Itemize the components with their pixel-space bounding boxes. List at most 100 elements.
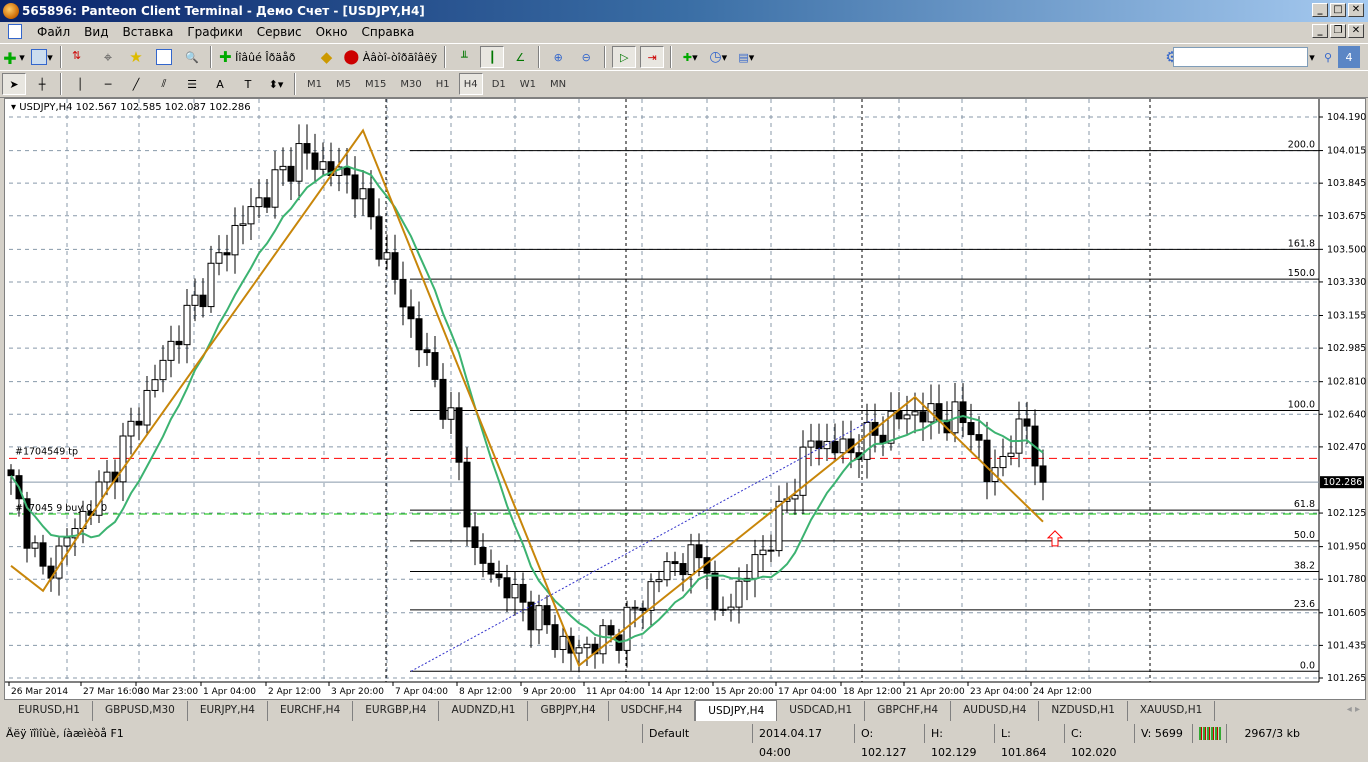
fib-level-label: 161.8 [1288, 238, 1315, 249]
equidistant-channel-button[interactable]: ⫽ [152, 73, 176, 95]
mdi-minimize-button[interactable]: _ [1312, 24, 1328, 38]
price-tick-label: 103.845 [1327, 178, 1366, 189]
navigator-button[interactable]: ★ [124, 46, 148, 68]
menu-item[interactable]: Вставка [115, 25, 180, 39]
bull-candle [247, 206, 255, 225]
mdi-restore-button[interactable]: ❐ [1330, 24, 1346, 38]
market-watch-button[interactable]: ⇅ [68, 46, 92, 68]
bar-chart-button[interactable]: ╨ [452, 46, 476, 68]
chart-tab[interactable]: GBPCHF,H4 [865, 701, 952, 721]
menu-item[interactable]: Сервис [250, 25, 309, 39]
chart-tab[interactable]: AUDUSD,H4 [951, 701, 1040, 721]
bull-candle [599, 625, 607, 655]
chart-tab[interactable]: EURCHF,H4 [268, 701, 354, 721]
close-button[interactable]: ✕ [1348, 3, 1364, 17]
timeframe-h4[interactable]: H4 [458, 73, 483, 95]
bear-candle [919, 411, 927, 423]
bear-candle [959, 401, 967, 424]
chart-tab[interactable]: EURGBP,H4 [353, 701, 440, 721]
menu-item[interactable]: Графики [180, 25, 249, 39]
fib-level-label: 0.0 [1300, 660, 1315, 671]
chart-shift-button[interactable]: ⇥ [640, 46, 665, 68]
timeframe-m30[interactable]: M30 [395, 73, 426, 95]
crosshair-button[interactable]: ┼ [30, 73, 54, 95]
new-order-button[interactable]: ✚ Íîâûé Îðäåð [218, 46, 297, 68]
mdi-close-button[interactable]: ✕ [1348, 24, 1364, 38]
data-window-button[interactable]: ⌖ [96, 46, 120, 68]
bear-candle [815, 440, 823, 450]
moving-average-line [10, 165, 1044, 644]
templates-button[interactable]: ▤ ▾ [734, 46, 758, 68]
arrows-button[interactable]: ⬍▾ [264, 73, 288, 95]
trendline-button[interactable]: ╱ [124, 73, 148, 95]
zigzag-line [10, 128, 1044, 668]
chart-tab[interactable]: USDCHF,H4 [609, 701, 696, 721]
timeframe-m15[interactable]: M15 [360, 73, 391, 95]
cursor-button[interactable]: ➤ [2, 73, 26, 95]
chart-tab[interactable]: USDJPY,H4 [695, 700, 778, 721]
bull-candle [215, 252, 223, 264]
bear-candle [351, 174, 359, 200]
chart-tab[interactable]: AUDNZD,H1 [439, 701, 529, 721]
chart-tab[interactable]: GBPUSD,M30 [93, 701, 188, 721]
timeframe-mn[interactable]: MN [545, 73, 571, 95]
time-tick-label: 7 Apr 04:00 [395, 687, 448, 697]
tab-scroll-arrows[interactable]: ◂ ▸ [1347, 704, 1360, 715]
bear-candle [463, 461, 471, 528]
vertical-line-icon: │ [76, 77, 84, 91]
metaeditor-button[interactable]: ◆ [315, 46, 339, 68]
chart-tab[interactable]: USDCAD,H1 [777, 701, 866, 721]
indicators-button[interactable]: ✚ ▾ [678, 46, 702, 68]
timeframe-w1[interactable]: W1 [515, 73, 541, 95]
line-chart-button[interactable]: ∠ [508, 46, 532, 68]
periods-button[interactable]: ◷ ▾ [706, 46, 730, 68]
bull-candle [183, 304, 191, 346]
menu-item[interactable]: Окно [309, 25, 355, 39]
crosshair-icon: ⌖ [103, 48, 113, 66]
search-button[interactable]: ⚲ [1316, 46, 1340, 68]
chart-tab[interactable]: EURJPY,H4 [188, 701, 268, 721]
minimize-button[interactable]: _ [1312, 3, 1328, 17]
timeframe-h1[interactable]: H1 [431, 73, 455, 95]
maximize-button[interactable]: □ [1330, 3, 1346, 17]
arrows-icon: ⬍▾ [268, 77, 284, 91]
horizontal-line-button[interactable]: ─ [96, 73, 120, 95]
strategy-tester-button[interactable]: 🔍 [180, 46, 204, 68]
search-input[interactable] [1173, 47, 1308, 67]
chart-tab[interactable]: XAUUSD,H1 [1128, 701, 1216, 721]
vertical-line-button[interactable]: │ [68, 73, 92, 95]
menu-item[interactable]: Файл [30, 25, 77, 39]
bear-candle [967, 422, 975, 436]
terminal-button[interactable] [152, 46, 176, 68]
auto-scroll-button[interactable]: ▷ [612, 46, 637, 68]
chart-tab[interactable]: EURUSD,H1 [6, 701, 93, 721]
text-label-button[interactable]: T [236, 73, 260, 95]
notifications-button[interactable]: 4 [1338, 46, 1360, 68]
bear-candle [263, 197, 271, 208]
zoom-in-button[interactable]: ⊕ [546, 46, 570, 68]
profiles-button[interactable]: ▾ [30, 46, 54, 68]
chart-tab[interactable]: GBPJPY,H4 [528, 701, 609, 721]
clock-icon: ◷ [709, 49, 722, 65]
bull-candle [839, 438, 847, 454]
fibonacci-button[interactable]: ☰ [180, 73, 204, 95]
bear-candle [431, 352, 439, 380]
candlestick-button[interactable]: ┃ [480, 46, 505, 68]
timeframe-m1[interactable]: M1 [302, 73, 327, 95]
connection-icon [1192, 724, 1226, 743]
menu-item[interactable]: Справка [355, 25, 422, 39]
bear-candle [135, 420, 143, 426]
text-button[interactable]: A [208, 73, 232, 95]
timeframe-m5[interactable]: M5 [331, 73, 356, 95]
bull-candle [119, 435, 127, 483]
timeframe-d1[interactable]: D1 [487, 73, 511, 95]
notification-count: 4 [1345, 50, 1353, 64]
menu-item[interactable]: Вид [77, 25, 115, 39]
price-chart[interactable]: 104.190 104.015 103.845 103.675 103.500 103.3… [4, 98, 1366, 700]
zoom-out-button[interactable]: ⊖ [574, 46, 598, 68]
status-close: C: 102.020 [1064, 724, 1134, 759]
new-chart-button[interactable]: ✚ ▾ [2, 46, 26, 68]
chart-tab[interactable]: NZDUSD,H1 [1039, 701, 1128, 721]
auto-trading-button[interactable]: ⬤ Àâòî-òîðãîâëÿ [343, 46, 439, 68]
time-tick-label: 17 Apr 04:00 [778, 687, 837, 697]
